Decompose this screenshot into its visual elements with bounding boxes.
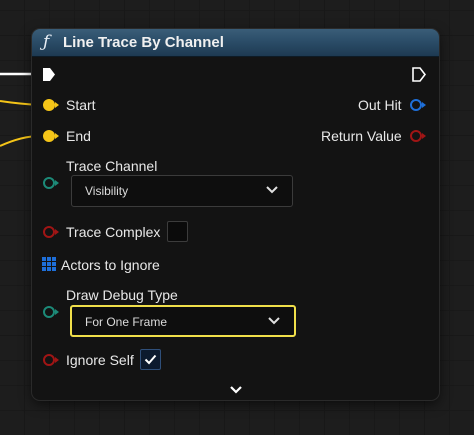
- function-icon: ƒ: [43, 32, 50, 52]
- draw-debug-type-pin-icon[interactable]: [42, 305, 60, 319]
- return-value-label: Return Value: [321, 128, 402, 144]
- blueprint-node[interactable]: ƒ Line Trace By Channel Start Out Hit En…: [32, 29, 439, 400]
- return-value-pin-icon[interactable]: [409, 129, 427, 143]
- ignore-self-checkbox[interactable]: [140, 349, 161, 370]
- trace-channel-pin-icon[interactable]: [42, 176, 60, 190]
- checkmark-icon: [144, 354, 157, 365]
- exec-in-pin-icon[interactable]: [41, 66, 57, 83]
- out-hit-label: Out Hit: [358, 97, 402, 113]
- out-hit-pin-icon[interactable]: [409, 98, 427, 112]
- trace-complex-pin-icon[interactable]: [42, 225, 60, 239]
- start-label: Start: [66, 97, 96, 113]
- end-label: End: [66, 128, 91, 144]
- node-header[interactable]: ƒ Line Trace By Channel: [32, 29, 439, 57]
- draw-debug-type-dropdown[interactable]: For One Frame: [70, 305, 296, 337]
- start-pin-icon[interactable]: [42, 98, 60, 112]
- trace-channel-value: Visibility: [85, 184, 129, 198]
- node-title: Line Trace By Channel: [63, 34, 224, 51]
- trace-channel-dropdown[interactable]: Visibility: [71, 175, 293, 207]
- array-pin-icon[interactable]: [42, 257, 57, 272]
- trace-complex-checkbox[interactable]: [167, 221, 188, 242]
- end-pin-icon[interactable]: [42, 129, 60, 143]
- exec-out-pin-icon[interactable]: [411, 66, 427, 83]
- ignore-self-pin-icon[interactable]: [42, 353, 60, 367]
- draw-debug-type-label: Draw Debug Type: [66, 287, 178, 303]
- draw-debug-type-value: For One Frame: [85, 315, 168, 329]
- chevron-down-icon: [268, 317, 280, 325]
- expand-advanced-chevron-down-icon[interactable]: [229, 384, 243, 396]
- chevron-down-icon: [266, 186, 278, 194]
- trace-channel-label: Trace Channel: [66, 158, 158, 174]
- trace-complex-label: Trace Complex: [66, 224, 161, 240]
- actors-to-ignore-label: Actors to Ignore: [61, 257, 160, 273]
- ignore-self-label: Ignore Self: [66, 352, 134, 368]
